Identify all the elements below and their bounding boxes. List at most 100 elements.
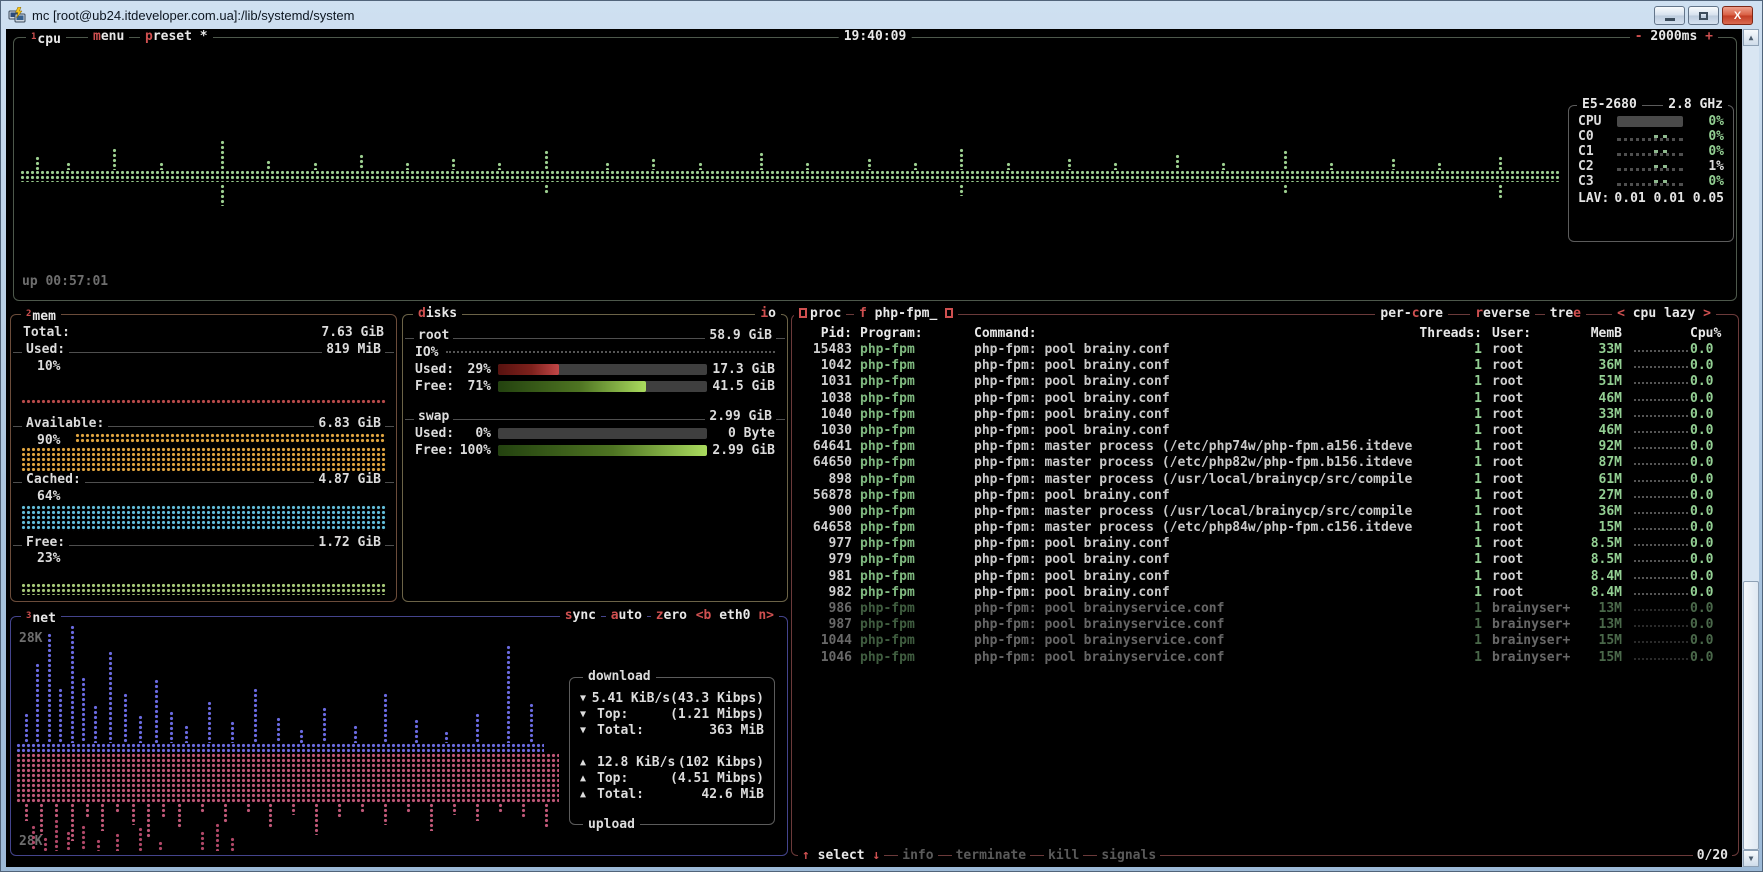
cpu-info-box: E5-2680 2.8 GHz CPU0%C00%C10%C21%C30% LA… — [1568, 105, 1734, 242]
graph-spike — [184, 725, 189, 743]
disk-swap-free-row: Free:100% 2.99 GiB — [415, 443, 775, 457]
graph-spike — [131, 803, 136, 825]
reverse-toggle[interactable]: reverse — [1470, 306, 1535, 322]
process-row[interactable]: 979php-fpmphp-fpm: pool brainy.conf1root… — [792, 552, 1738, 568]
disk-swap-size: 2.99 GiB — [705, 409, 776, 424]
net-interface-selector[interactable]: <b eth0 n> — [691, 608, 779, 624]
disk-root-row: root58.9 GiB — [405, 328, 785, 342]
graph-spike — [360, 803, 365, 812]
process-row[interactable]: 1038php-fpmphp-fpm: pool brainy.conf1roo… — [792, 391, 1738, 407]
disks-panel-tab[interactable]: disks — [413, 306, 462, 322]
filter-clear-icon[interactable] — [945, 308, 953, 318]
process-row[interactable]: 987php-fpmphp-fpm: pool brainyservice.co… — [792, 617, 1738, 633]
process-row[interactable]: 986php-fpmphp-fpm: pool brainyservice.co… — [792, 601, 1738, 617]
sort-selector[interactable]: < cpu lazy > — [1612, 306, 1716, 322]
graph-spike — [154, 679, 159, 743]
proc-option-terminate[interactable]: terminate — [952, 848, 1030, 863]
process-row[interactable]: 977php-fpmphp-fpm: pool brainy.conf1root… — [792, 536, 1738, 552]
process-row[interactable]: 1044php-fpmphp-fpm: pool brainyservice.c… — [792, 633, 1738, 649]
io-tab[interactable]: io — [755, 306, 781, 322]
cpu-panel-tab[interactable]: 1cpu — [26, 29, 66, 45]
process-row[interactable]: 56878php-fpmphp-fpm: pool brainy.conf1ro… — [792, 488, 1738, 504]
scroll-down-icon[interactable]: ▼ — [1743, 850, 1759, 867]
mem-total-value: 7.63 GiB — [321, 325, 384, 340]
minimize-button[interactable] — [1654, 6, 1685, 25]
graph-spike — [451, 158, 456, 170]
graph-spike — [313, 162, 318, 170]
graph-spike — [138, 715, 143, 743]
process-row[interactable]: 982php-fpmphp-fpm: pool brainy.conf1root… — [792, 585, 1738, 601]
process-row[interactable]: 64650php-fpmphp-fpm: master process (/et… — [792, 455, 1738, 471]
update-interval: - 2000ms + — [1630, 29, 1718, 45]
graph-spike — [85, 803, 90, 819]
proc-option-info[interactable]: info — [898, 848, 937, 863]
net-stat-row: ▲12.8 KiB/s(102 Kibps) — [570, 754, 774, 770]
graph-spike — [359, 154, 364, 170]
process-table: 15483php-fpmphp-fpm: pool brainy.conf1ro… — [792, 342, 1738, 666]
menu-button[interactable]: menu — [88, 29, 129, 45]
interval-decrease-button[interactable]: - — [1635, 29, 1643, 44]
process-row[interactable]: 1030php-fpmphp-fpm: pool brainy.conf1roo… — [792, 423, 1738, 439]
proc-panel-tab[interactable]: proc — [794, 306, 846, 322]
net-auto-button[interactable]: auto — [606, 608, 647, 624]
disk-swap-used-row: Used:0% 0 Byte — [415, 426, 775, 440]
cpu-usage-graph — [20, 134, 1560, 206]
process-row[interactable]: 64658php-fpmphp-fpm: master process (/et… — [792, 520, 1738, 536]
net-stats-box: download ▼5.41 KiB/s(43.3 Kibps)▼Top:(1.… — [569, 677, 775, 825]
terminal-scrollbar[interactable]: ▲ ▼ — [1742, 29, 1759, 867]
terminal-screen: 1cpu menu preset * 19:40:09 - 2000ms + E… — [6, 29, 1744, 867]
tree-toggle[interactable]: tree — [1545, 306, 1586, 322]
net-zero-button[interactable]: zero — [651, 608, 692, 624]
process-row[interactable]: 1046php-fpmphp-fpm: pool brainyservice.c… — [792, 650, 1738, 666]
per-core-toggle[interactable]: per-core — [1375, 306, 1448, 322]
graph-spike — [100, 803, 105, 831]
select-control[interactable]: ↑ select ↓ — [798, 848, 884, 863]
cpu-core-meter: CPU0% — [1569, 114, 1733, 129]
process-row[interactable]: 1042php-fpmphp-fpm: pool brainy.conf1roo… — [792, 358, 1738, 374]
process-row[interactable]: 15483php-fpmphp-fpm: pool brainy.conf1ro… — [792, 342, 1738, 358]
process-row[interactable]: 981php-fpmphp-fpm: pool brainy.conf1root… — [792, 569, 1738, 585]
process-row[interactable]: 1040php-fpmphp-fpm: pool brainy.conf1roo… — [792, 407, 1738, 423]
graph-spike — [123, 693, 128, 743]
mem-free-value: 1.72 GiB — [314, 535, 385, 550]
graph-spike — [43, 837, 48, 851]
graph-spike — [353, 725, 358, 743]
net-stat-row: ▼Top:(1.21 Mibps) — [570, 706, 774, 722]
maximize-button[interactable] — [1688, 6, 1719, 25]
process-row[interactable]: 898php-fpmphp-fpm: master process (/usr/… — [792, 472, 1738, 488]
proc-option-kill[interactable]: kill — [1044, 848, 1083, 863]
graph-spike — [521, 803, 526, 817]
memory-panel-tab[interactable]: 2mem — [21, 306, 61, 322]
close-icon: X — [1734, 10, 1741, 22]
graph-spike — [1329, 162, 1334, 170]
graph-spike — [230, 837, 235, 851]
mem-free-row: Free:1.72 GiB — [13, 535, 394, 549]
preset-button[interactable]: preset * — [140, 29, 213, 45]
process-counter: 0/20 — [1693, 848, 1732, 863]
process-filter-input[interactable]: f php-fpm_ — [854, 306, 958, 322]
scrollbar-thumb[interactable] — [1743, 581, 1759, 850]
net-sync-button[interactable]: sync — [560, 608, 601, 624]
graph-spike — [452, 803, 457, 815]
graph-spike — [497, 162, 502, 170]
disk-free-meter — [498, 381, 707, 392]
swap-free-meter — [498, 445, 707, 456]
process-row[interactable]: 64641php-fpmphp-fpm: master process (/et… — [792, 439, 1738, 455]
process-table-header: Pid: Program: Command: Threads: User: Me… — [792, 326, 1738, 342]
graph-spike — [146, 803, 151, 839]
cpu-panel: 1cpu menu preset * 19:40:09 - 2000ms + E… — [13, 37, 1737, 301]
process-row[interactable]: 900php-fpmphp-fpm: master process (/usr/… — [792, 504, 1738, 520]
minimize-icon — [1665, 18, 1675, 21]
graph-spike — [93, 705, 98, 743]
scroll-up-icon[interactable]: ▲ — [1743, 29, 1759, 46]
process-row[interactable]: 1031php-fpmphp-fpm: pool brainy.conf1roo… — [792, 374, 1738, 390]
network-panel-tab[interactable]: 3net — [21, 608, 61, 624]
interval-increase-button[interactable]: + — [1705, 29, 1713, 44]
proc-option-signals[interactable]: signals — [1097, 848, 1160, 863]
download-graph-baseline — [16, 743, 544, 753]
memory-panel: 2mem Total: 7.63 GiB Used:819 MiB 10% Av… — [10, 314, 397, 602]
close-button[interactable]: X — [1722, 6, 1753, 25]
proc-box-icon — [799, 308, 807, 318]
graph-spike — [66, 831, 71, 851]
window-titlebar[interactable]: mc [root@ub24.itdeveloper.com.ua]:/lib/s… — [1, 1, 1762, 29]
